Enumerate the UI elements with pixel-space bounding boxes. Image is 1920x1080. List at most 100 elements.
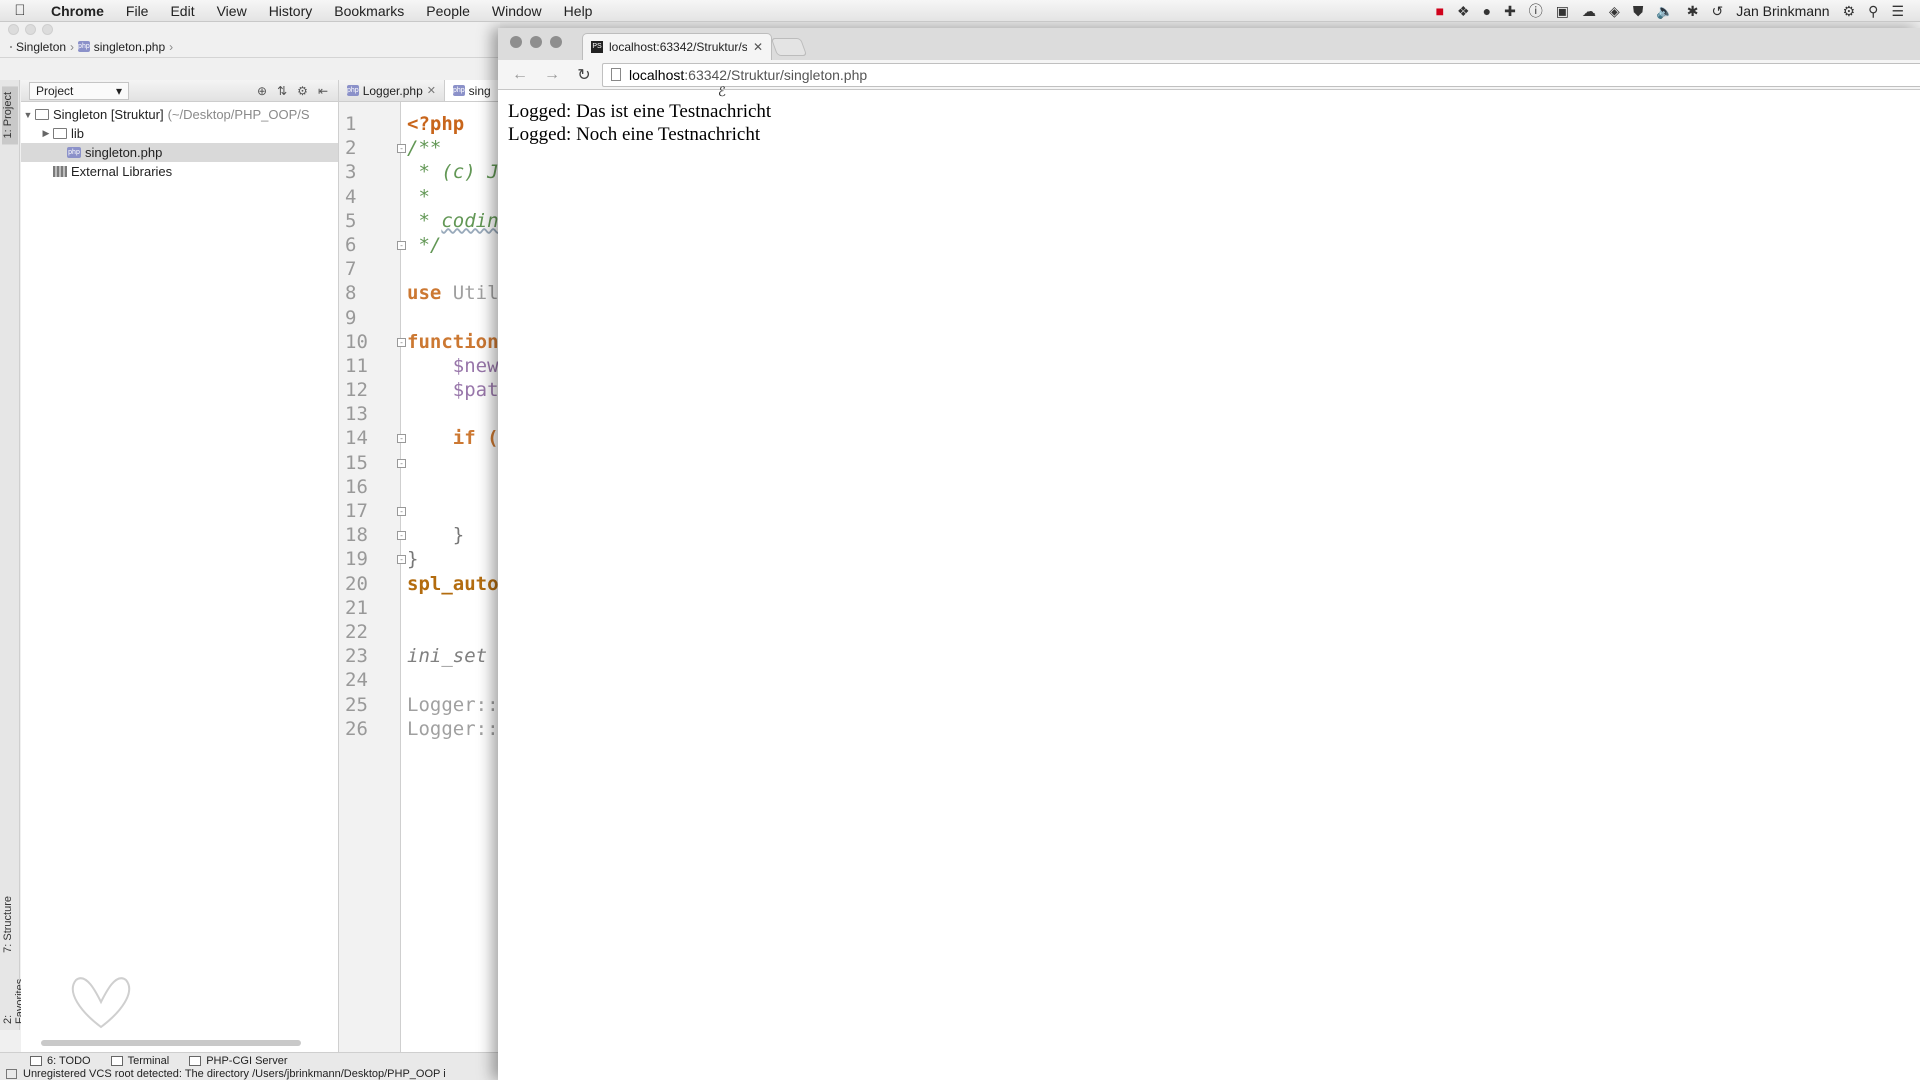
tool-terminal-label: Terminal [127, 1054, 170, 1067]
code-text[interactable]: <?php /** * (c) J * * codin */ use Util … [401, 102, 500, 1052]
editor-tab-bar: php Logger.php ✕ php sing [339, 80, 500, 102]
new-tab-button[interactable] [770, 38, 808, 56]
dropbox-icon[interactable]: ❖ [1457, 0, 1470, 22]
code-line: } [407, 548, 419, 571]
tree-item-lib[interactable]: ▶ lib [21, 124, 338, 143]
menu-edit[interactable]: Edit [159, 0, 205, 22]
menu-bar:  Chrome File Edit View History Bookmark… [0, 0, 1920, 22]
breadcrumb-file[interactable]: php singleton.php [78, 40, 165, 54]
url-path: :63342/Struktur/singleton.php [684, 66, 868, 83]
menu-file[interactable]: File [115, 0, 160, 22]
tab-logger-php[interactable]: php Logger.php ✕ [339, 80, 445, 101]
project-view-dropdown[interactable]: Project ▾ [29, 81, 129, 100]
close-window-button[interactable] [510, 36, 522, 48]
tree-root-label: Singleton [Struktur] [53, 107, 164, 122]
tab-singleton-label: sing [468, 83, 491, 98]
tree-item-root[interactable]: ▼ Singleton [Struktur] (~/Desktop/PHP_OO… [21, 105, 338, 124]
fold-icon[interactable]: - [397, 531, 406, 541]
address-bar[interactable]: localhost:63342/Struktur/singleton.php [602, 62, 1920, 87]
apple-menu-icon[interactable]:  [0, 2, 40, 19]
status-message[interactable]: Unregistered VCS root detected: The dire… [23, 1068, 446, 1080]
collapsed-arrow-icon[interactable]: ▶ [39, 128, 53, 139]
horizontal-scrollbar[interactable] [41, 1040, 301, 1046]
chrome-toolbar: ← → ↻ localhost:63342/Struktur/singleton… [498, 60, 1920, 90]
red-square-icon[interactable]: ■ [1436, 0, 1444, 22]
info-icon[interactable]: ⓘ [1529, 0, 1543, 22]
minimize-window-button[interactable] [530, 36, 542, 48]
scroll-from-source-icon[interactable]: ⊕ [257, 84, 267, 98]
ide-minimize-button[interactable] [25, 23, 36, 35]
folder-icon [53, 128, 67, 139]
tab-favorites[interactable]: 2: Favorites [2, 965, 26, 1030]
tree-item-singleton-php[interactable]: php singleton.php [21, 143, 338, 162]
code-line: function [407, 330, 499, 353]
close-icon[interactable]: ✕ [427, 84, 436, 97]
status-toggle-icon[interactable] [6, 1069, 17, 1079]
line-number: 25 [345, 693, 368, 716]
line-number: 6- [339, 233, 406, 257]
tab-singleton-php[interactable]: php sing [444, 80, 500, 101]
gear-icon[interactable]: ⚙ [297, 84, 308, 98]
breadcrumb-project-label: Singleton [16, 39, 67, 54]
user-switch-icon[interactable]: ⚙ [1843, 0, 1856, 22]
tree-external-label: External Libraries [71, 164, 173, 179]
fold-icon[interactable]: - [397, 144, 406, 154]
plus-icon[interactable]: ✚ [1504, 0, 1516, 22]
fold-icon[interactable]: - [397, 507, 406, 516]
expanded-arrow-icon[interactable]: ▼ [21, 110, 35, 120]
menu-help[interactable]: Help [553, 0, 604, 22]
cloud-icon[interactable]: ☁ [1582, 0, 1596, 22]
tab-structure[interactable]: 7: Structure [2, 890, 18, 959]
time-machine-icon[interactable]: ↺ [1711, 0, 1723, 22]
menu-view[interactable]: View [206, 0, 258, 22]
spotlight-search-icon[interactable]: ⚲ [1868, 0, 1878, 22]
bluetooth-icon[interactable]: ✱ [1687, 0, 1699, 22]
window-controls [510, 36, 562, 48]
shield-icon[interactable]: ⛊ [1633, 0, 1644, 22]
fold-icon[interactable]: - [397, 555, 406, 565]
code-line: * codin [407, 209, 499, 232]
leaf-icon[interactable]: ● [1483, 0, 1491, 22]
fold-icon[interactable]: - [397, 337, 406, 347]
zoom-window-button[interactable] [550, 36, 562, 48]
menu-window[interactable]: Window [481, 0, 553, 22]
code-area[interactable]: 1 2- 3 4 5 6- 7 8 9 10- 11 12 13 14- 15-… [339, 102, 500, 1052]
ide-zoom-button[interactable] [42, 23, 53, 35]
tab-project[interactable]: 1: Project [2, 86, 18, 145]
breadcrumb-file-label: singleton.php [93, 39, 166, 54]
menu-people[interactable]: People [415, 0, 481, 22]
breadcrumb: Singleton › php singleton.php › [0, 36, 500, 58]
collapse-all-icon[interactable]: ⇅ [277, 84, 287, 98]
evernote-icon[interactable]: ◈ [1609, 0, 1620, 22]
menu-app-name[interactable]: Chrome [40, 0, 115, 22]
notification-center-icon[interactable]: ☰ [1891, 0, 1904, 22]
fold-icon[interactable]: - [397, 240, 406, 250]
tree-item-external-libraries[interactable]: External Libraries [21, 162, 338, 181]
close-icon[interactable]: ✕ [753, 40, 763, 54]
forward-arrow-icon[interactable]: → [538, 66, 566, 84]
menu-bookmarks[interactable]: Bookmarks [323, 0, 415, 22]
fold-icon[interactable]: - [397, 434, 406, 444]
breadcrumb-project[interactable]: Singleton [10, 40, 66, 54]
volume-icon[interactable]: 🔈 [1656, 0, 1673, 22]
fold-icon[interactable]: - [397, 458, 406, 468]
menu-history[interactable]: History [258, 0, 324, 22]
tool-terminal[interactable]: Terminal [110, 1054, 170, 1067]
tool-php-cgi-server[interactable]: PHP-CGI Server [189, 1055, 287, 1067]
tool-todo[interactable]: 6: TODO [30, 1055, 91, 1067]
hide-panel-icon[interactable]: ⇤ [318, 84, 328, 98]
line-number: 9 [345, 306, 357, 329]
line-number-gutter: 1 2- 3 4 5 6- 7 8 9 10- 11 12 13 14- 15-… [339, 102, 406, 1052]
code-line: /** [407, 137, 442, 160]
reload-icon[interactable]: ↻ [570, 65, 598, 85]
user-name[interactable]: Jan Brinkmann [1736, 3, 1829, 19]
code-line: Logger:: [407, 717, 499, 740]
output-line: Logged: Das ist eine Testnachricht [508, 101, 772, 122]
page-icon[interactable] [611, 68, 621, 81]
ide-close-button[interactable] [8, 23, 19, 35]
browser-tab[interactable]: PS localhost:63342/Struktur/s ✕ [582, 33, 772, 60]
back-arrow-icon[interactable]: ← [506, 66, 534, 84]
h-icon[interactable]: ▣ [1556, 0, 1569, 22]
